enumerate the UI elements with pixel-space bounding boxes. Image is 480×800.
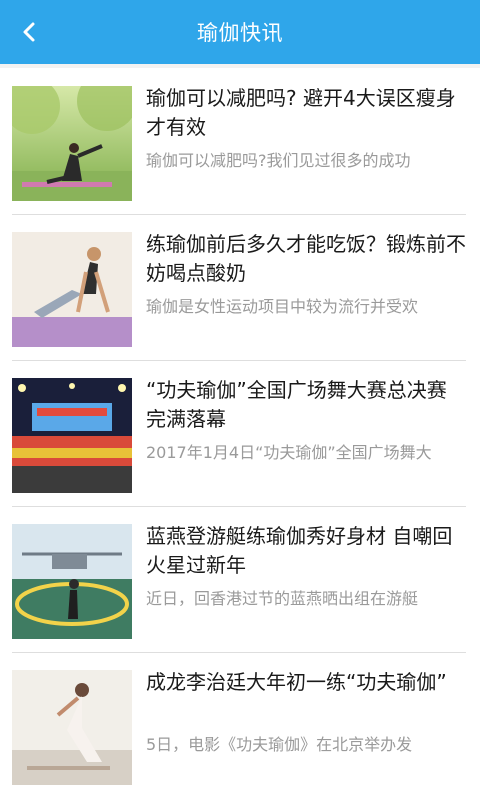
news-item[interactable]: 练瑜伽前后多久才能吃饭？锻炼前不妨喝点酸奶 瑜伽是女性运动项目中较为流行并受欢 <box>0 214 480 360</box>
yoga-park-image <box>12 86 132 201</box>
news-item[interactable]: 蓝燕登游艇练瑜伽秀好身材 自嘲回火星过新年 近日，回香港过节的蓝燕晒出组在游艇 <box>0 506 480 652</box>
news-thumbnail <box>12 378 132 493</box>
news-thumbnail <box>12 232 132 347</box>
helipad-yoga-image <box>12 524 132 639</box>
news-list: 瑜伽可以减肥吗? 避开4大误区瘦身才有效 瑜伽可以减肥吗?我们见过很多的成功 练… <box>0 68 480 800</box>
news-item[interactable]: “功夫瑜伽”全国广场舞大赛总决赛完满落幕 2017年1月4日“功夫瑜伽”全国广场… <box>0 360 480 506</box>
news-thumbnail <box>12 86 132 201</box>
stage-dance-image <box>12 378 132 493</box>
news-title: 成龙李治廷大年初一练“功夫瑜伽” <box>146 670 447 694</box>
news-summary: 瑜伽可以减肥吗?我们见过很多的成功 <box>146 151 411 170</box>
news-summary: 近日，回香港过节的蓝燕晒出组在游艇 <box>146 589 419 608</box>
news-title: “功夫瑜伽”全国广场舞大赛总决赛完满落幕 <box>146 378 447 431</box>
yoga-cobra-image <box>12 232 132 347</box>
news-item[interactable]: 瑜伽可以减肥吗? 避开4大误区瘦身才有效 瑜伽可以减肥吗?我们见过很多的成功 <box>0 68 480 214</box>
news-title: 练瑜伽前后多久才能吃饭？锻炼前不妨喝点酸奶 <box>146 232 466 285</box>
news-thumbnail <box>12 670 132 785</box>
news-summary: 2017年1月4日“功夫瑜伽”全国广场舞大 <box>146 443 432 462</box>
page-title: 瑜伽快讯 <box>197 21 283 45</box>
news-thumbnail <box>12 524 132 639</box>
app-header: 瑜伽快讯 <box>0 0 480 64</box>
beach-backbend-image <box>12 670 132 785</box>
news-item[interactable]: 成龙李治廷大年初一练“功夫瑜伽” 5日，电影《功夫瑜伽》在北京举办发 <box>0 652 480 798</box>
news-title: 瑜伽可以减肥吗? 避开4大误区瘦身才有效 <box>146 86 456 139</box>
news-summary: 瑜伽是女性运动项目中较为流行并受欢 <box>146 297 419 316</box>
news-title: 蓝燕登游艇练瑜伽秀好身材 自嘲回火星过新年 <box>146 524 453 577</box>
news-list-container: 瑜伽可以减肥吗? 避开4大误区瘦身才有效 瑜伽可以减肥吗?我们见过很多的成功 练… <box>0 64 480 800</box>
news-summary: 5日，电影《功夫瑜伽》在北京举办发 <box>146 735 413 754</box>
